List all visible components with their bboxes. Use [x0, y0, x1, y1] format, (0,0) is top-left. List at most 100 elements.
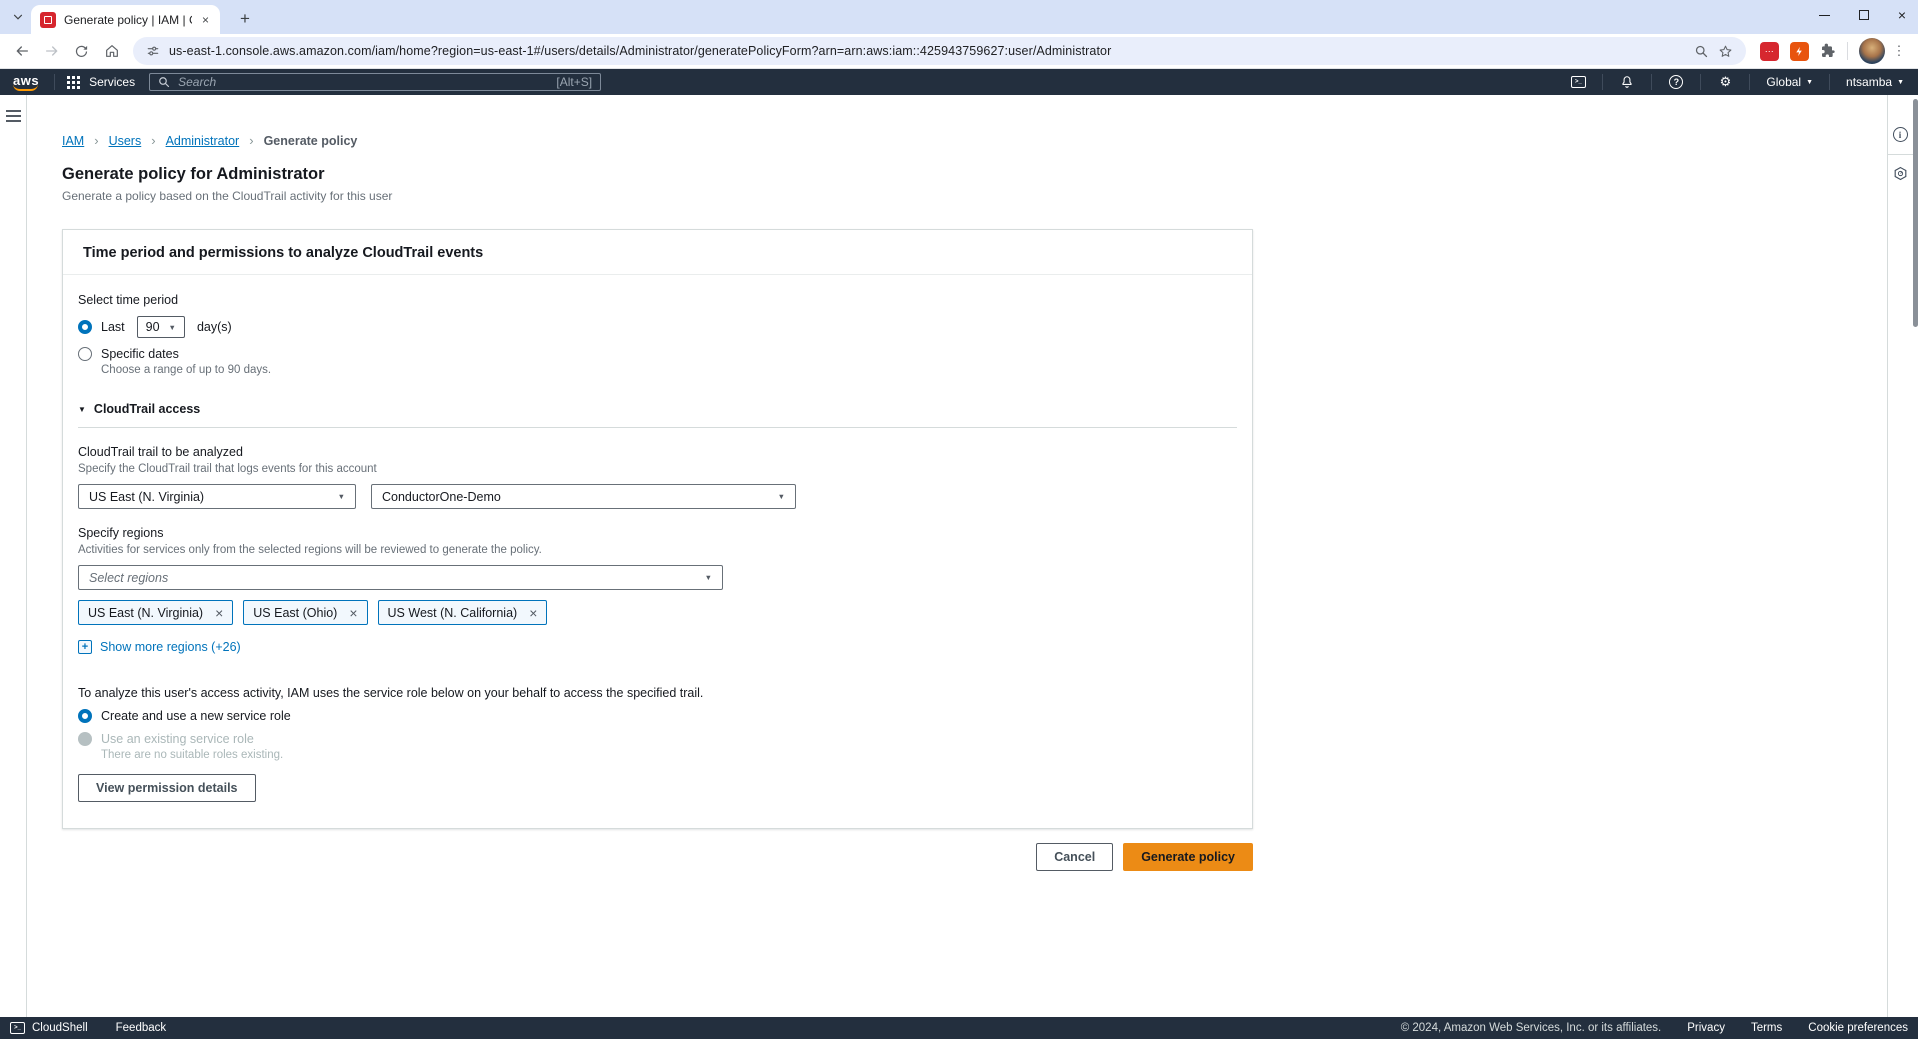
address-bar[interactable]: us-east-1.console.aws.amazon.com/iam/hom…	[133, 37, 1746, 65]
footer-right-group: © 2024, Amazon Web Services, Inc. or its…	[1401, 1022, 1908, 1034]
trail-label: CloudTrail trail to be analyzed	[78, 445, 1237, 459]
generate-policy-button[interactable]: Generate policy	[1123, 843, 1253, 871]
trail-region-select[interactable]: US East (N. Virginia) ▼	[78, 484, 356, 509]
breadcrumb-sep-icon: ›	[249, 133, 253, 148]
extension-icon-bolt[interactable]	[1790, 42, 1809, 61]
footer-privacy-link[interactable]: Privacy	[1687, 1022, 1725, 1034]
footer-feedback-link[interactable]: Feedback	[116, 1022, 167, 1034]
region-tag-label: US West (N. California)	[388, 606, 518, 620]
profile-avatar[interactable]	[1859, 38, 1885, 64]
search-icon	[158, 76, 170, 88]
breadcrumb-administrator[interactable]: Administrator	[166, 134, 240, 148]
forward-icon[interactable]	[38, 38, 65, 65]
scrollbar-thumb[interactable]	[1913, 99, 1918, 327]
nav-right-group: >_ ? ⚙ Global ▼ ntsamba ▼	[1566, 74, 1908, 90]
new-service-role-option[interactable]: Create and use a new service role	[78, 709, 1237, 723]
console-page: i IAM › Users › Administrator › Generate…	[0, 95, 1918, 1017]
cancel-button[interactable]: Cancel	[1036, 843, 1113, 871]
region-tag: US West (N. California) ×	[378, 600, 548, 625]
radio-last-days-checked[interactable]	[78, 320, 92, 334]
radio-specific-dates[interactable]	[78, 347, 92, 361]
account-menu[interactable]: ntsamba ▼	[1842, 75, 1908, 89]
specific-dates-hint: Choose a range of up to 90 days.	[101, 364, 1237, 376]
aws-search-input[interactable]: Search [Alt+S]	[149, 73, 601, 91]
new-tab-button[interactable]: +	[233, 9, 257, 29]
existing-service-role-option: Use an existing service role	[78, 732, 1237, 746]
breadcrumb-current: Generate policy	[264, 134, 358, 148]
zoom-icon[interactable]	[1694, 44, 1709, 59]
footer-cookie-preferences-link[interactable]: Cookie preferences	[1808, 1022, 1908, 1034]
specific-dates-label: Specific dates	[101, 347, 179, 361]
last-days-suffix: day(s)	[197, 320, 232, 334]
remove-tag-icon[interactable]: ×	[529, 606, 537, 620]
chevron-down-icon: ▼	[1806, 79, 1813, 86]
info-panel-icon[interactable]: i	[1893, 127, 1908, 142]
trail-name-select[interactable]: ConductorOne-Demo ▼	[371, 484, 796, 509]
right-rail: i	[1887, 95, 1912, 1017]
back-icon[interactable]	[8, 38, 35, 65]
hamburger-menu-icon[interactable]	[6, 110, 21, 112]
cloudshell-terminal-icon: >_	[10, 1022, 25, 1034]
extension-icon-dots[interactable]: ⋯	[1760, 42, 1779, 61]
tab-search-chevron-icon[interactable]	[10, 9, 26, 25]
account-label: ntsamba	[1846, 75, 1892, 89]
aws-logo[interactable]: aws	[10, 73, 42, 91]
settings-gear-icon[interactable]: ⚙	[1713, 74, 1737, 90]
footer-copyright: © 2024, Amazon Web Services, Inc. or its…	[1401, 1022, 1662, 1034]
url-text[interactable]: us-east-1.console.aws.amazon.com/iam/hom…	[169, 44, 1685, 58]
bookmark-star-icon[interactable]	[1718, 44, 1733, 59]
remove-tag-icon[interactable]: ×	[349, 606, 357, 620]
region-label: Global	[1766, 75, 1801, 89]
new-role-label: Create and use a new service role	[101, 709, 291, 723]
radio-existing-role-disabled	[78, 732, 92, 746]
tab-close-icon[interactable]: ×	[200, 12, 211, 28]
nav-divider	[54, 74, 55, 90]
region-selector[interactable]: Global ▼	[1762, 75, 1817, 89]
extensions-puzzle-icon[interactable]	[1820, 43, 1836, 59]
region-tag-label: US East (Ohio)	[253, 606, 337, 620]
time-period-label: Select time period	[78, 293, 1237, 307]
site-settings-tune-icon[interactable]	[146, 44, 160, 58]
days-select[interactable]: 90 ▼	[137, 316, 185, 338]
window-close-icon[interactable]: ×	[1898, 7, 1906, 23]
last-days-option[interactable]: Last 90 ▼ day(s)	[78, 316, 1237, 338]
regions-multiselect[interactable]: Select regions ▼	[78, 565, 723, 590]
toolbar-divider	[1847, 42, 1848, 60]
footer-cloudshell-button[interactable]: >_ CloudShell	[10, 1022, 88, 1034]
card-header: Time period and permissions to analyze C…	[63, 230, 1252, 275]
rail-divider	[1888, 154, 1913, 155]
trail-name-value: ConductorOne-Demo	[382, 490, 501, 504]
breadcrumb-users[interactable]: Users	[109, 134, 142, 148]
search-placeholder: Search	[178, 75, 548, 89]
show-more-regions-link[interactable]: + Show more regions (+26)	[78, 640, 1237, 654]
footer-terms-link[interactable]: Terms	[1751, 1022, 1782, 1034]
window-maximize-icon[interactable]	[1859, 10, 1869, 20]
notifications-bell-icon[interactable]	[1615, 75, 1639, 89]
hexagon-panel-icon[interactable]	[1893, 166, 1908, 181]
reload-icon[interactable]	[68, 38, 95, 65]
browser-menu-kebab-icon[interactable]: ⋮	[1888, 43, 1910, 59]
regions-field-group: Specify regions Activities for services …	[78, 526, 1237, 654]
regions-placeholder: Select regions	[89, 571, 168, 585]
view-permission-details-button[interactable]: View permission details	[78, 774, 256, 802]
trail-region-value: US East (N. Virginia)	[89, 490, 204, 504]
window-minimize-icon[interactable]	[1819, 15, 1830, 16]
section-expanded-caret-icon: ▼	[78, 405, 86, 414]
service-role-intro: To analyze this user's access activity, …	[78, 686, 1237, 700]
cloudshell-terminal-icon[interactable]: >_	[1566, 76, 1590, 88]
iam-favicon-icon	[40, 12, 56, 28]
cloudtrail-access-section-header[interactable]: ▼ CloudTrail access	[78, 402, 1237, 428]
home-icon[interactable]	[98, 38, 125, 65]
tab-title: Generate policy | IAM | Global	[64, 13, 192, 27]
browser-tab[interactable]: Generate policy | IAM | Global ×	[31, 5, 220, 34]
help-icon[interactable]: ?	[1664, 75, 1688, 89]
radio-new-role-checked[interactable]	[78, 709, 92, 723]
specific-dates-option[interactable]: Specific dates	[78, 347, 1237, 361]
remove-tag-icon[interactable]: ×	[215, 606, 223, 620]
aws-nav-bar: aws Services Search [Alt+S] >_ ? ⚙ Globa…	[0, 69, 1918, 95]
trail-field-group: CloudTrail trail to be analyzed Specify …	[78, 445, 1237, 509]
page-title: Generate policy for Administrator	[62, 165, 1918, 184]
services-menu[interactable]: Services	[67, 75, 135, 89]
breadcrumb-iam[interactable]: IAM	[62, 134, 84, 148]
trail-hint: Specify the CloudTrail trail that logs e…	[78, 463, 1237, 475]
